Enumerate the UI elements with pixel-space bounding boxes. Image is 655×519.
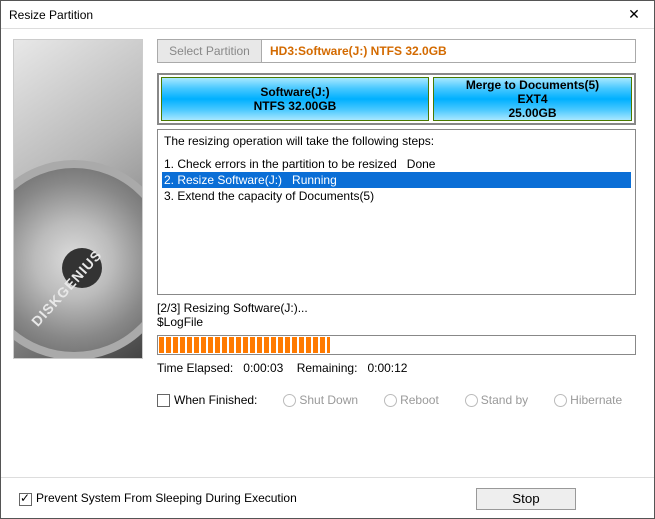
radio-reboot: Reboot bbox=[384, 393, 439, 407]
radio-icon bbox=[384, 394, 397, 407]
progress-fill bbox=[159, 337, 330, 353]
radio-hibernate: Hibernate bbox=[554, 393, 622, 407]
when-finished-checkbox[interactable]: When Finished: bbox=[157, 393, 257, 407]
progress-bar bbox=[157, 335, 636, 355]
main-panel: Select Partition HD3:Software(J:) NTFS 3… bbox=[143, 29, 654, 477]
radio-icon bbox=[554, 394, 567, 407]
sidebar-illustration: DISKGENIUS bbox=[13, 39, 143, 359]
status-line-2: $LogFile bbox=[157, 315, 636, 329]
step-row-2: 2. Resize Software(J:) Running bbox=[162, 172, 631, 188]
tab-row: Select Partition HD3:Software(J:) NTFS 3… bbox=[157, 39, 636, 63]
step-row-1: 1. Check errors in the partition to be r… bbox=[162, 156, 631, 172]
prevent-sleep-label: Prevent System From Sleeping During Exec… bbox=[36, 491, 297, 505]
bottom-bar: Prevent System From Sleeping During Exec… bbox=[1, 477, 654, 519]
partition-source-info: NTFS 32.00GB bbox=[162, 99, 428, 113]
time-remaining-label: Remaining: bbox=[297, 361, 358, 375]
partition-target-size: 25.00GB bbox=[434, 106, 631, 120]
step-row-3: 3. Extend the capacity of Documents(5) bbox=[162, 188, 631, 204]
titlebar: Resize Partition ✕ bbox=[1, 1, 654, 29]
partition-target[interactable]: Merge to Documents(5) EXT4 25.00GB bbox=[433, 77, 632, 121]
checkbox-icon bbox=[157, 394, 170, 407]
step-2-status: Running bbox=[282, 173, 337, 187]
time-elapsed-label: Time Elapsed: bbox=[157, 361, 233, 375]
checkbox-checked-icon bbox=[19, 493, 32, 506]
partition-bar: Software(J:) NTFS 32.00GB Merge to Docum… bbox=[157, 73, 636, 125]
radio-icon bbox=[283, 394, 296, 407]
time-remaining: 0:00:12 bbox=[367, 361, 407, 375]
when-finished-label: When Finished: bbox=[174, 393, 257, 407]
close-button[interactable]: ✕ bbox=[614, 1, 654, 29]
time-elapsed: 0:00:03 bbox=[243, 361, 283, 375]
partition-target-fs: EXT4 bbox=[434, 92, 631, 106]
window-title: Resize Partition bbox=[9, 8, 93, 22]
step-1-text: 1. Check errors in the partition to be r… bbox=[164, 157, 397, 171]
content-area: DISKGENIUS Select Partition HD3:Software… bbox=[1, 29, 654, 477]
when-finished-row: When Finished: Shut Down Reboot Stand by… bbox=[157, 393, 636, 407]
steps-box: The resizing operation will take the fol… bbox=[157, 129, 636, 295]
stop-button[interactable]: Stop bbox=[476, 488, 576, 510]
close-icon: ✕ bbox=[628, 6, 640, 23]
radio-icon bbox=[465, 394, 478, 407]
select-partition-tab[interactable]: Select Partition bbox=[158, 40, 262, 62]
partition-source[interactable]: Software(J:) NTFS 32.00GB bbox=[161, 77, 429, 121]
status-lines: [2/3] Resizing Software(J:)... $LogFile bbox=[157, 301, 636, 329]
step-1-status: Done bbox=[397, 157, 436, 171]
disk-graphic bbox=[13, 160, 143, 359]
status-line-1: [2/3] Resizing Software(J:)... bbox=[157, 301, 636, 315]
radio-standby: Stand by bbox=[465, 393, 528, 407]
step-2-text: 2. Resize Software(J:) bbox=[164, 173, 282, 187]
partition-source-name: Software(J:) bbox=[162, 85, 428, 99]
partition-target-name: Merge to Documents(5) bbox=[434, 78, 631, 92]
time-row: Time Elapsed: 0:00:03 Remaining: 0:00:12 bbox=[157, 361, 636, 375]
prevent-sleep-checkbox[interactable]: Prevent System From Sleeping During Exec… bbox=[19, 491, 297, 505]
partition-path: HD3:Software(J:) NTFS 32.0GB bbox=[262, 40, 635, 62]
step-3-text: 3. Extend the capacity of Documents(5) bbox=[164, 189, 374, 203]
radio-shutdown: Shut Down bbox=[283, 393, 358, 407]
steps-title: The resizing operation will take the fol… bbox=[162, 132, 631, 156]
